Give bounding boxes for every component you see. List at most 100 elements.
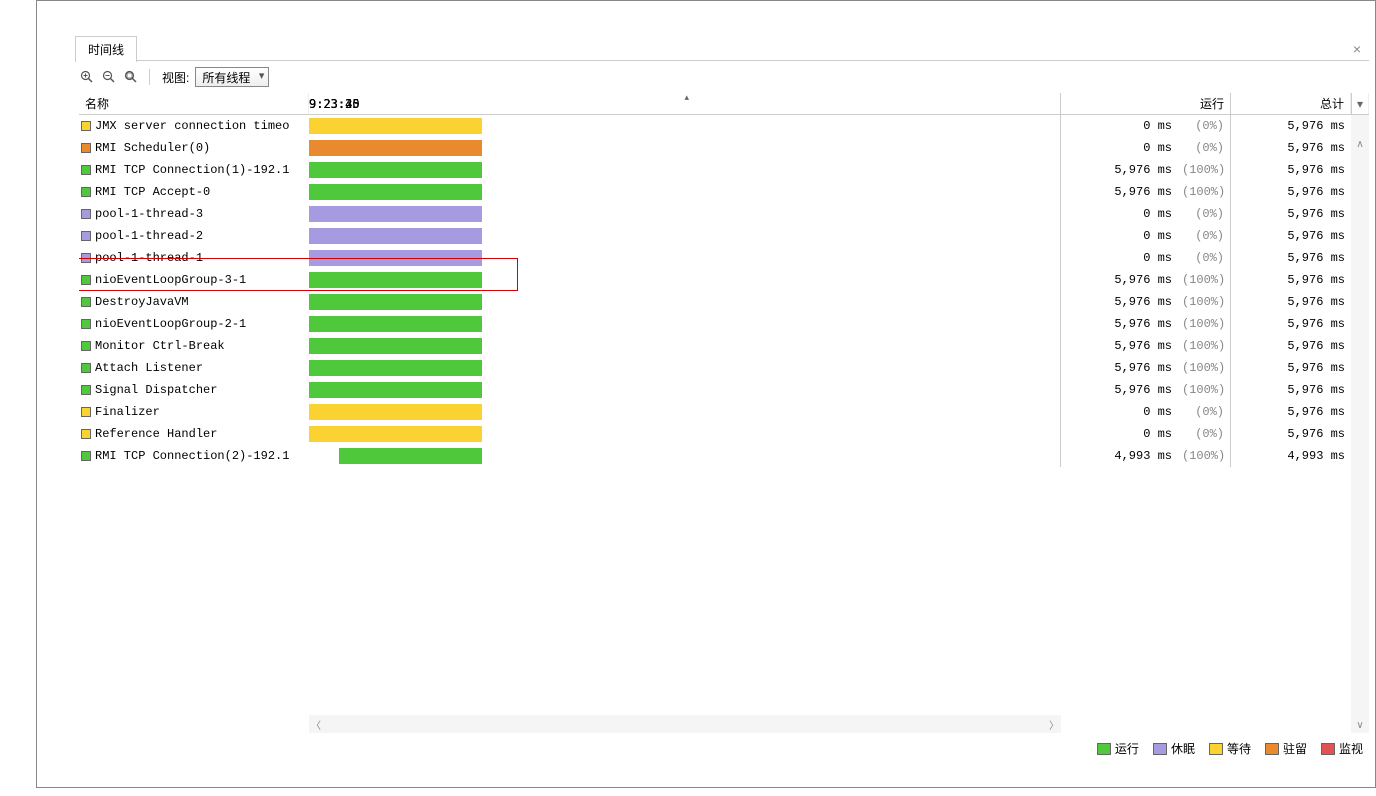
thread-bar: [309, 184, 482, 200]
thread-total-cell: 5,976 ms: [1231, 291, 1351, 313]
thread-runtime-cell: 0 ms(0%): [1061, 423, 1231, 445]
legend-monitor-label: 监视: [1339, 740, 1363, 757]
thread-name-label: pool-1-thread-3: [95, 207, 203, 221]
runtime-pct: (0%): [1182, 405, 1224, 419]
legend-sleep: 休眠: [1153, 740, 1195, 757]
column-total[interactable]: 总计: [1231, 93, 1351, 114]
runtime-value: 5,976 ms: [1114, 317, 1172, 331]
runtime-value: 5,976 ms: [1114, 163, 1172, 177]
thread-state-icon: [81, 297, 91, 307]
thread-state-icon: [81, 363, 91, 373]
scroll-up-icon[interactable]: ∧: [1356, 139, 1363, 150]
runtime-pct: (100%): [1182, 185, 1224, 199]
thread-name-cell: Signal Dispatcher: [79, 379, 309, 401]
scroll-left-icon[interactable]: 〈: [311, 717, 321, 732]
thread-name-cell: pool-1-thread-3: [79, 203, 309, 225]
legend-wait-label: 等待: [1227, 740, 1251, 757]
thread-runtime-cell: 5,976 ms(100%): [1061, 291, 1231, 313]
runtime-value: 0 ms: [1143, 405, 1172, 419]
thread-name-cell: RMI TCP Accept-0: [79, 181, 309, 203]
thread-runtime-cell: 5,976 ms(100%): [1061, 159, 1231, 181]
thread-timeline-cell: [309, 137, 1061, 159]
thread-name-cell: Attach Listener: [79, 357, 309, 379]
legend-wait: 等待: [1209, 740, 1251, 757]
table-row[interactable]: Reference Handler0 ms(0%)5,976 ms: [79, 423, 1369, 445]
thread-runtime-cell: 0 ms (0%): [1061, 401, 1231, 423]
thread-total-cell: 5,976 ms: [1231, 225, 1351, 247]
view-select[interactable]: 所有线程: [195, 67, 269, 87]
thread-state-icon: [81, 209, 91, 219]
vertical-scrollbar[interactable]: ∧ ∨: [1351, 137, 1369, 733]
thread-name-cell: pool-1-thread-1: [79, 247, 309, 269]
table-row[interactable]: Attach Listener5,976 ms(100%)5,976 ms: [79, 357, 1369, 379]
table-row[interactable]: DestroyJavaVM5,976 ms(100%)5,976 ms: [79, 291, 1369, 313]
column-header: 名称 ▴ 9:23:259:23:309:23:359:23:409:23:45…: [79, 93, 1369, 115]
tab-timeline[interactable]: 时间线: [75, 36, 137, 62]
table-row[interactable]: nioEventLoopGroup-2-15,976 ms(100%)5,976…: [79, 313, 1369, 335]
thread-timeline-cell: [309, 159, 1061, 181]
table-row[interactable]: RMI TCP Accept-05,976 ms(100%)5,976 ms: [79, 181, 1369, 203]
thread-total-cell: 5,976 ms: [1231, 159, 1351, 181]
legend-park-label: 驻留: [1283, 740, 1307, 757]
thread-runtime-cell: 0 ms(0%): [1061, 203, 1231, 225]
table-row[interactable]: nioEventLoopGroup-3-15,976 ms(100%)5,976…: [79, 269, 1369, 291]
legend-wait-icon: [1209, 743, 1223, 755]
thread-state-icon: [81, 451, 91, 461]
table-row[interactable]: RMI TCP Connection(2)-192.14,993 ms(100%…: [79, 445, 1369, 467]
column-menu-icon[interactable]: ▾: [1351, 93, 1369, 114]
table-row[interactable]: Signal Dispatcher5,976 ms(100%)5,976 ms: [79, 379, 1369, 401]
scroll-gutter: [1351, 115, 1369, 137]
thread-name-label: Monitor Ctrl-Break: [95, 339, 225, 353]
thread-name-cell: JMX server connection timeo: [79, 115, 309, 137]
thread-runtime-cell: 5,976 ms(100%): [1061, 181, 1231, 203]
thread-bar: [309, 404, 482, 420]
thread-name-label: RMI TCP Connection(1)-192.1: [95, 163, 289, 177]
column-runtime[interactable]: 运行: [1061, 93, 1231, 114]
runtime-value: 0 ms: [1143, 229, 1172, 243]
legend-park: 驻留: [1265, 740, 1307, 757]
thread-timeline-cell: [309, 225, 1061, 247]
thread-state-icon: [81, 231, 91, 241]
scroll-down-icon[interactable]: ∨: [1356, 720, 1363, 731]
runtime-pct: (100%): [1182, 449, 1224, 463]
thread-runtime-cell: 0 ms(0%): [1061, 115, 1231, 137]
table-row[interactable]: Monitor Ctrl-Break5,976 ms(100%)5,976 ms: [79, 335, 1369, 357]
thread-total-cell: 5,976 ms: [1231, 203, 1351, 225]
thread-total-cell: 5,976 ms: [1231, 115, 1351, 137]
thread-state-icon: [81, 275, 91, 285]
table-row[interactable]: Finalizer0 ms(0%)5,976 ms: [79, 401, 1369, 423]
zoom-in-icon[interactable]: [79, 69, 95, 85]
table-row[interactable]: pool-1-thread-20 ms(0%)5,976 ms: [79, 225, 1369, 247]
zoom-fit-icon[interactable]: [123, 69, 139, 85]
thread-bar: [309, 426, 482, 442]
table-row[interactable]: RMI Scheduler(0)0 ms(0%)5,976 ms: [79, 137, 1369, 159]
runtime-value: 5,976 ms: [1114, 339, 1172, 353]
thread-bar: [309, 140, 482, 156]
toolbar: 视图: 所有线程: [79, 65, 269, 89]
runtime-pct: (100%): [1182, 273, 1224, 287]
thread-name-label: JMX server connection timeo: [95, 119, 289, 133]
scroll-right-icon[interactable]: 〉: [1049, 717, 1059, 732]
zoom-out-icon[interactable]: [101, 69, 117, 85]
thread-bar: [309, 162, 482, 178]
legend-run-label: 运行: [1115, 740, 1139, 757]
legend-monitor-icon: [1321, 743, 1335, 755]
column-name[interactable]: 名称: [79, 93, 309, 114]
runtime-pct: (100%): [1182, 339, 1224, 353]
thread-total-cell: 5,976 ms: [1231, 269, 1351, 291]
thread-name-label: RMI TCP Connection(2)-192.1: [95, 449, 289, 463]
tab-bar: 时间线 ×: [75, 37, 1369, 61]
thread-state-icon: [81, 319, 91, 329]
time-tick: 9:23:45: [309, 97, 360, 111]
table-row[interactable]: JMX server connection timeo 0 ms(0%)5,976…: [79, 115, 1369, 137]
table-row[interactable]: RMI TCP Connection(1)-192.1 5,976 ms(100%…: [79, 159, 1369, 181]
table-row[interactable]: pool-1-thread-3 0 ms(0%)5,976 ms: [79, 203, 1369, 225]
thread-timeline-cell: [309, 423, 1061, 445]
column-timeline[interactable]: ▴ 9:23:259:23:309:23:359:23:409:23:45: [309, 93, 1061, 114]
thread-bar: [339, 448, 482, 464]
close-icon[interactable]: ×: [1353, 41, 1361, 57]
horizontal-scrollbar[interactable]: 〈 〉: [309, 715, 1061, 733]
table-row[interactable]: pool-1-thread-10 ms(0%)5,976 ms: [79, 247, 1369, 269]
thread-bar: [309, 118, 482, 134]
runtime-pct: (0%): [1182, 141, 1224, 155]
